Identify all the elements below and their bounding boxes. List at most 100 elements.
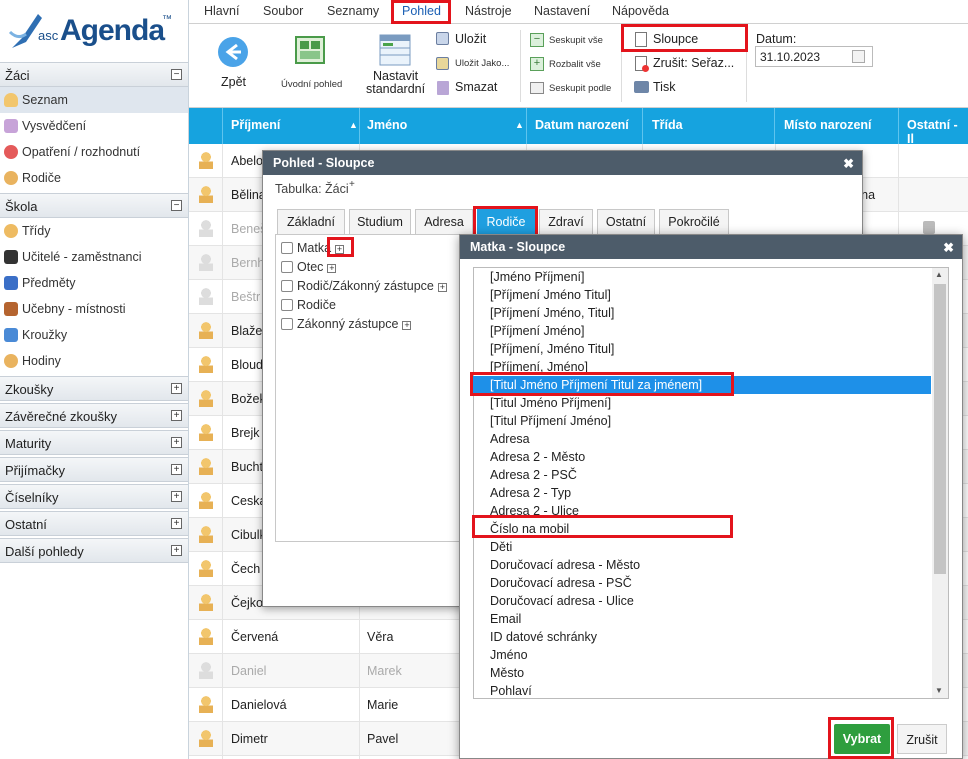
collapse-toggle[interactable]: − <box>171 200 182 211</box>
column-option[interactable]: [Příjmení Jméno, Titul] <box>490 306 614 320</box>
expand-toggle[interactable]: + <box>171 518 182 529</box>
delete-button[interactable]: Smazat <box>436 78 516 98</box>
expand-plus-icon[interactable]: + <box>327 264 337 273</box>
tree-item-otec[interactable]: Otec + <box>281 260 337 274</box>
cell-surname: Bernh <box>231 256 265 270</box>
tab-zakladni[interactable]: Základní <box>277 209 345 234</box>
column-option[interactable]: [Titul Jméno Příjmení] <box>490 396 611 410</box>
section-zaverecne-zkousky[interactable]: Závěrečné zkoušky + <box>0 403 188 428</box>
column-option[interactable]: [Příjmení Jméno] <box>490 324 584 338</box>
tab-adresa[interactable]: Adresa <box>415 209 473 234</box>
column-option[interactable]: Doručovací adresa - PSČ <box>490 576 632 590</box>
tab-studium[interactable]: Studium <box>349 209 411 234</box>
section-ostatni[interactable]: Ostatní + <box>0 511 188 536</box>
tab-pokrocile[interactable]: Pokročilé <box>659 209 729 234</box>
group-by-button[interactable]: Seskupit podle <box>530 80 620 98</box>
column-option[interactable]: Doručovací adresa - Ulice <box>490 594 634 608</box>
section-prijimacky[interactable]: Přijímačky + <box>0 457 188 482</box>
tree-item-zakonny-zastupce[interactable]: Zákonný zástupce + <box>281 317 412 331</box>
collapse-toggle[interactable]: − <box>171 69 182 80</box>
set-default-button[interactable]: Nastavit standardní <box>365 32 429 96</box>
column-option[interactable]: [Jméno Příjmení] <box>490 270 584 284</box>
menu-nastaveni[interactable]: Nastavení <box>534 4 590 18</box>
scroll-up-icon[interactable]: ▲ <box>935 270 943 279</box>
menu-napoveda[interactable]: Nápověda <box>612 4 669 18</box>
sidebar-item-seznam[interactable]: Seznam <box>0 87 188 113</box>
save-as-button[interactable]: Uložit Jako... <box>436 54 516 74</box>
col-header-surname[interactable]: Příjmení <box>231 118 280 132</box>
col-header-name[interactable]: Jméno <box>367 118 407 132</box>
col-header-other[interactable]: Ostatní - Il <box>907 118 968 146</box>
col-header-birthdate[interactable]: Datum narození <box>535 118 629 132</box>
checkbox[interactable] <box>281 299 293 311</box>
tab-zdravi[interactable]: Zdraví <box>539 209 593 234</box>
sidebar-item-predmety[interactable]: Předměty <box>0 270 188 296</box>
column-option[interactable]: ID datové schránky <box>490 630 597 644</box>
expand-plus-icon[interactable]: + <box>402 321 412 330</box>
section-maturity[interactable]: Maturity + <box>0 430 188 455</box>
column-option[interactable]: Jméno <box>490 648 528 662</box>
expand-toggle[interactable]: + <box>171 410 182 421</box>
sidebar-item-hodiny[interactable]: Hodiny <box>0 348 188 374</box>
back-button[interactable]: Zpět <box>207 32 261 92</box>
save-button[interactable]: Uložit <box>436 30 516 50</box>
sidebar-item-ucitele[interactable]: Učitelé - zaměstnanci <box>0 244 188 270</box>
column-option[interactable]: Adresa <box>490 432 530 446</box>
checkbox[interactable] <box>281 242 293 254</box>
column-option[interactable]: Děti <box>490 540 512 554</box>
section-skola[interactable]: Škola − <box>0 193 188 218</box>
column-option[interactable]: Doručovací adresa - Město <box>490 558 640 572</box>
close-icon[interactable]: ✖ <box>843 156 854 172</box>
calendar-icon[interactable] <box>852 50 865 63</box>
column-option[interactable]: Email <box>490 612 521 626</box>
menu-seznamy[interactable]: Seznamy <box>327 4 379 18</box>
sidebar-item-krouzky[interactable]: Kroužky <box>0 322 188 348</box>
listbox-scrollbar[interactable]: ▲ ▼ <box>932 268 948 698</box>
tree-item-zakonny-zastupce-rodic[interactable]: Rodič/Zákonný zástupce + <box>281 279 447 293</box>
scrollbar-thumb[interactable] <box>934 284 946 574</box>
sidebar-item-vysvedceni[interactable]: Vysvědčení <box>0 113 188 139</box>
col-header-class[interactable]: Třída <box>652 118 683 132</box>
menu-hlavni[interactable]: Hlavní <box>204 4 239 18</box>
column-option[interactable]: [Příjmení Jméno Titul] <box>490 288 611 302</box>
sidebar-item-opatreni[interactable]: Opatření / rozhodnutí <box>0 139 188 165</box>
column-option[interactable]: [Titul Příjmení Jméno] <box>490 414 611 428</box>
expand-plus-icon[interactable]: + <box>437 283 447 292</box>
column-option[interactable]: Adresa 2 - Typ <box>490 486 571 500</box>
sidebar-item-rodice[interactable]: Rodiče <box>0 165 188 191</box>
section-dalsi-pohledy[interactable]: Další pohledy + <box>0 538 188 563</box>
column-option[interactable]: Město <box>490 666 524 680</box>
checkbox[interactable] <box>281 280 293 292</box>
column-option[interactable]: [Příjmení, Jméno Titul] <box>490 342 614 356</box>
col-header-birthplace[interactable]: Místo narození <box>784 118 872 132</box>
print-button[interactable]: Tisk <box>633 78 739 98</box>
close-icon[interactable]: ✖ <box>943 240 954 256</box>
date-field[interactable]: 31.10.2023 <box>755 46 873 67</box>
column-option[interactable]: Pohlaví <box>490 684 532 698</box>
scroll-down-icon[interactable]: ▼ <box>935 686 943 695</box>
expand-toggle[interactable]: + <box>171 464 182 475</box>
section-zaci[interactable]: Žáci − <box>0 62 188 87</box>
checkbox[interactable] <box>281 318 293 330</box>
tree-item-rodice[interactable]: Rodiče <box>281 298 336 312</box>
intro-view-button[interactable]: Úvodní pohled <box>275 32 345 92</box>
tab-ostatni[interactable]: Ostatní <box>597 209 655 234</box>
menu-soubor[interactable]: Soubor <box>263 4 303 18</box>
sidebar-item-tridy[interactable]: Třídy <box>0 218 188 244</box>
expand-toggle[interactable]: + <box>171 437 182 448</box>
menu-nastroje[interactable]: Nástroje <box>465 4 512 18</box>
section-zkousky[interactable]: Zkoušky + <box>0 376 188 401</box>
section-ciselniky[interactable]: Číselníky + <box>0 484 188 509</box>
sidebar-item-ucebny[interactable]: Učebny - místnosti <box>0 296 188 322</box>
expand-toggle[interactable]: + <box>171 545 182 556</box>
cancel-sort-button[interactable]: Zrušit: Seřaz... <box>633 54 739 74</box>
group-all-button[interactable]: − Seskupit vše <box>530 32 612 50</box>
column-option[interactable]: Adresa 2 - PSČ <box>490 468 577 482</box>
expand-toggle[interactable]: + <box>171 491 182 502</box>
checkbox[interactable] <box>281 261 293 273</box>
expand-toggle[interactable]: + <box>171 383 182 394</box>
cancel-button[interactable]: Zrušit <box>897 724 947 754</box>
expand-all-button[interactable]: + Rozbalit vše <box>530 56 612 74</box>
column-option[interactable]: Adresa 2 - Město <box>490 450 585 464</box>
sort-asc-icon: ▲ <box>349 120 358 130</box>
